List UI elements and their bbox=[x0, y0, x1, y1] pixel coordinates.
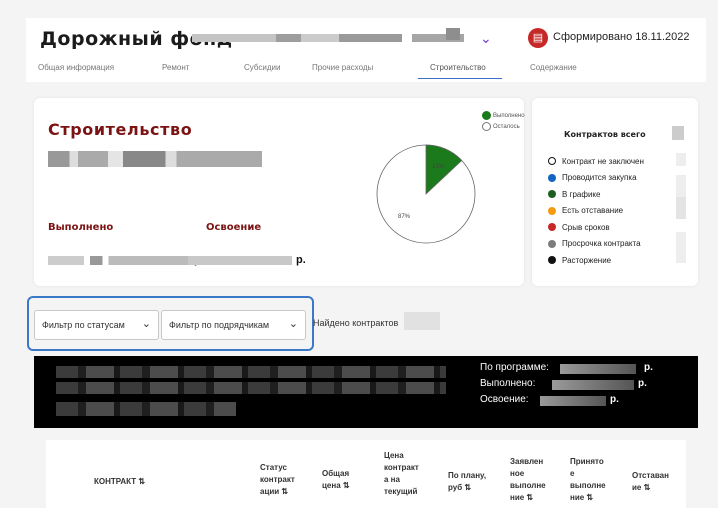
mastered-currency: р. bbox=[296, 254, 306, 266]
status-label: Проводится закупка bbox=[562, 173, 637, 183]
redacted-found-count bbox=[404, 312, 440, 330]
status-filter-select[interactable]: Фильтр по статусам ⌄ bbox=[34, 310, 159, 340]
column-header-lag[interactable]: Отставан ие ⇅ bbox=[632, 470, 676, 494]
status-dot bbox=[548, 157, 556, 166]
contractor-filter-select[interactable]: Фильтр по подрядчикам ⌄ bbox=[161, 310, 306, 340]
column-header-plan[interactable]: По плану, руб ⇅ bbox=[448, 470, 492, 494]
status-dot bbox=[548, 256, 556, 265]
status-dot bbox=[548, 173, 556, 182]
mastered-label: Освоение bbox=[206, 222, 262, 233]
status-filter-placeholder: Фильтр по статусам bbox=[42, 320, 125, 330]
redacted-contracts-total bbox=[672, 126, 684, 140]
chevron-down-icon: ⌄ bbox=[288, 318, 298, 330]
mastered-summary-label: Освоение: bbox=[480, 394, 529, 405]
pie-label-done: 13% bbox=[432, 164, 445, 170]
column-header-current-price[interactable]: Цена контракт а на текущий bbox=[384, 450, 424, 498]
status-overdue: Просрочка контракта bbox=[548, 236, 644, 253]
redacted-description bbox=[56, 382, 446, 394]
found-contracts-label: Найдено контрактов bbox=[313, 318, 399, 328]
redacted-done-value bbox=[48, 256, 192, 265]
redacted-region-name bbox=[192, 34, 402, 42]
status-not-concluded: Контракт не заключен bbox=[548, 153, 644, 170]
status-deadline-missed: Срыв сроков bbox=[548, 219, 644, 236]
redacted-total bbox=[48, 151, 262, 167]
legend-dot-done bbox=[482, 111, 491, 120]
generated-date: Сформировано 18.11.2022 bbox=[553, 31, 690, 43]
tab-maintenance[interactable]: Содержание bbox=[530, 63, 577, 72]
status-label: В графике bbox=[562, 189, 601, 199]
section-title: Строительство bbox=[48, 120, 193, 139]
page-header: Дорожный фонд ⌄ ▤ Сформировано 18.11.202… bbox=[26, 18, 706, 82]
mastered-summary-currency: р. bbox=[610, 394, 619, 405]
redacted-mastered-summary bbox=[540, 396, 606, 406]
tab-general[interactable]: Общая информация bbox=[38, 63, 114, 72]
redacted-mastered-value bbox=[188, 256, 292, 265]
redacted-done-summary bbox=[552, 380, 634, 390]
column-header-claimed[interactable]: Заявлен ное выполне ние ⇅ bbox=[510, 456, 550, 504]
chevron-down-icon[interactable]: ⌄ bbox=[480, 30, 492, 47]
program-label: По программе: bbox=[480, 362, 549, 373]
program-currency: р. bbox=[644, 362, 653, 373]
legend-dot-left bbox=[482, 122, 491, 131]
redacted-status-counts bbox=[676, 153, 686, 263]
status-lagging: Есть отставание bbox=[548, 203, 644, 220]
column-header-contract[interactable]: КОНТРАКТ ⇅ bbox=[94, 476, 145, 488]
column-header-total-price[interactable]: Общая цена ⇅ bbox=[322, 468, 356, 492]
redacted-description bbox=[56, 402, 236, 416]
status-label: Есть отставание bbox=[562, 206, 624, 216]
pie-label-left: 87% bbox=[398, 214, 411, 220]
status-dot bbox=[548, 223, 556, 232]
done-summary-label: Выполнено: bbox=[480, 378, 536, 389]
legend-item-done: Выполнено bbox=[482, 110, 525, 121]
column-header-accepted[interactable]: Принято е выполне ние ⇅ bbox=[570, 456, 610, 504]
pie-legend: Выполнено Осталось bbox=[482, 110, 525, 132]
redacted-program-value bbox=[560, 364, 636, 374]
redacted-region-name bbox=[446, 28, 460, 40]
contracts-table: КОНТРАКТ ⇅ Статус контракт ации ⇅ Общая … bbox=[46, 440, 686, 508]
tab-subsidies[interactable]: Субсидии bbox=[244, 63, 280, 72]
status-dot bbox=[548, 206, 556, 215]
contractor-filter-placeholder: Фильтр по подрядчикам bbox=[169, 320, 270, 330]
contracts-total-title: Контрактов всего bbox=[564, 130, 646, 139]
status-termination: Расторжение bbox=[548, 252, 644, 269]
status-dot bbox=[548, 239, 556, 248]
print-icon[interactable]: ▤ bbox=[528, 28, 548, 48]
section-tabs: Общая информация Ремонт Субсидии Прочие … bbox=[26, 59, 706, 79]
completion-pie-chart: 13% 87% bbox=[376, 144, 476, 244]
status-on-schedule: В графике bbox=[548, 186, 644, 203]
status-label: Срыв сроков bbox=[562, 222, 610, 232]
redacted-description bbox=[56, 366, 446, 378]
status-label: Расторжение bbox=[562, 255, 612, 265]
legend-label-left: Осталось bbox=[493, 123, 520, 130]
status-label: Просрочка контракта bbox=[562, 239, 641, 249]
status-legend: Контракт не заключен Проводится закупка … bbox=[548, 153, 644, 269]
legend-label-done: Выполнено bbox=[493, 112, 525, 119]
active-tab-indicator bbox=[418, 78, 502, 79]
tab-construction[interactable]: Строительство bbox=[430, 63, 486, 72]
done-label: Выполнено bbox=[48, 222, 114, 233]
status-label: Контракт не заключен bbox=[562, 156, 644, 166]
done-summary-currency: р. bbox=[638, 378, 647, 389]
tab-repair[interactable]: Ремонт bbox=[162, 63, 189, 72]
tab-other-expenses[interactable]: Прочие расходы bbox=[312, 63, 373, 72]
summary-band: По программе: р. Выполнено: р. Освоение:… bbox=[34, 356, 698, 428]
construction-card: Строительство Выполнено Освоение р. р. 1… bbox=[34, 98, 525, 286]
legend-item-left: Осталось bbox=[482, 121, 525, 132]
status-dot bbox=[548, 190, 556, 199]
contracts-count-card: Контрактов всего Контракт не заключен Пр… bbox=[532, 98, 698, 286]
column-header-status[interactable]: Статус контракт ации ⇅ bbox=[260, 462, 300, 498]
filter-panel: Фильтр по статусам ⌄ Фильтр по подрядчик… bbox=[27, 296, 314, 351]
chevron-down-icon: ⌄ bbox=[141, 318, 151, 330]
status-procurement: Проводится закупка bbox=[548, 170, 644, 187]
